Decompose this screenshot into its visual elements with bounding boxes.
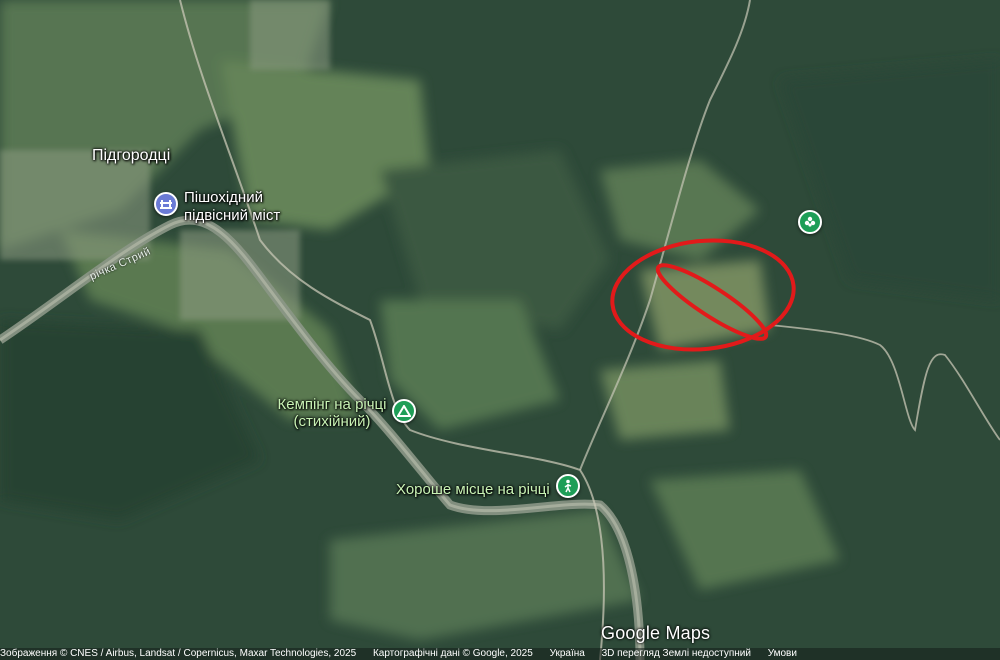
satellite-imagery[interactable] xyxy=(0,0,1000,660)
country-label[interactable]: Україна xyxy=(550,648,585,659)
landmark-icon[interactable] xyxy=(154,192,178,216)
park-glyph xyxy=(804,216,816,227)
good-place-label[interactable]: Хороше місце на річці xyxy=(396,481,550,498)
park-icon[interactable] xyxy=(798,210,822,234)
mapdata-credit[interactable]: Картографічні дані © Google, 2025 xyxy=(373,648,533,659)
imagery-credit[interactable]: Зображення © CNES / Airbus, Landsat / Co… xyxy=(0,648,356,659)
bridge-label[interactable]: Пішохідний підвісний міст xyxy=(184,189,304,225)
town-label[interactable]: Підгородці xyxy=(92,147,170,164)
google-maps-logo: Google Maps xyxy=(601,623,711,643)
camping-label-line1: Кемпінг на річці xyxy=(277,396,387,413)
map-view[interactable]: річка Стрий Підгородці Пішохідний підвіс… xyxy=(0,0,1000,660)
hiker-glyph xyxy=(564,479,572,493)
campground-icon[interactable] xyxy=(392,399,416,423)
camping-label[interactable]: Кемпінг на річці (стихійний) xyxy=(272,396,392,430)
bridge-label-text: Пішохідний підвісний міст xyxy=(184,189,281,224)
hiking-icon[interactable] xyxy=(556,474,580,498)
attribution-bar: Зображення © CNES / Airbus, Landsat / Co… xyxy=(0,648,1000,660)
tent-glyph xyxy=(397,405,411,417)
3d-view-notice: 3D перегляд Землі недоступний xyxy=(601,648,751,659)
camping-label-line2: (стихійний) xyxy=(293,413,371,430)
terms-link[interactable]: Умови xyxy=(768,648,797,659)
bridge-glyph xyxy=(160,200,172,209)
